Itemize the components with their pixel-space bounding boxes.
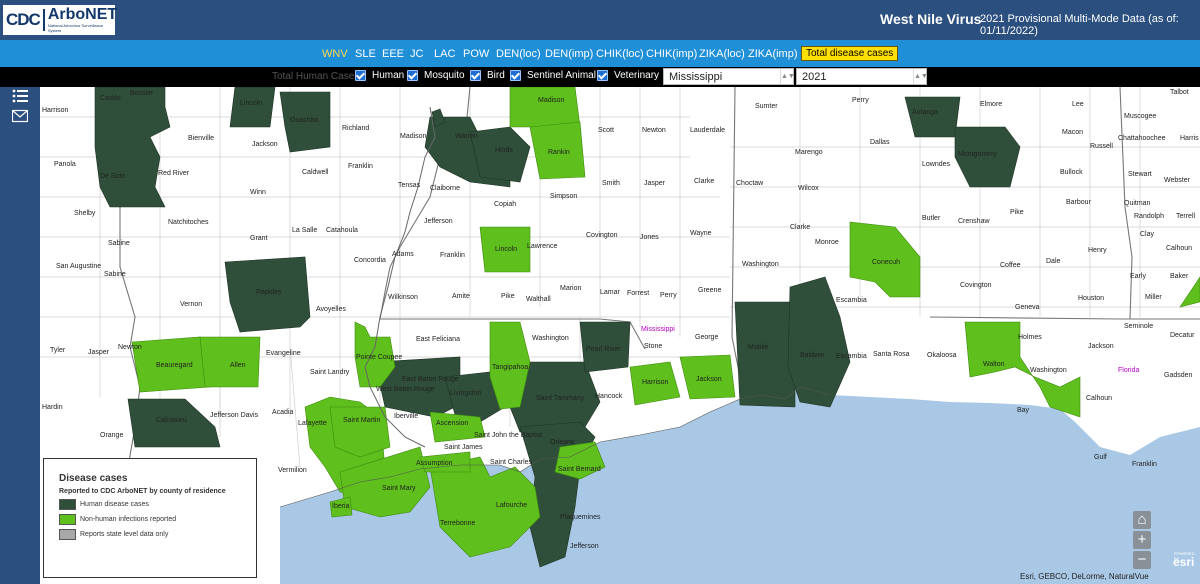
tab-chik-imp[interactable]: CHIK(imp)	[646, 48, 697, 60]
tab-den-loc[interactable]: DEN(loc)	[496, 48, 541, 60]
checkbox-checked-icon[interactable]	[470, 70, 481, 81]
county-bossier-caddo	[94, 87, 171, 208]
header-bar: CDC ArboNET National Arbovirus Surveilla…	[0, 0, 1200, 40]
logo-cdc-text: CDC	[3, 9, 45, 31]
checkbox-mosquito-label: Mosquito	[424, 70, 465, 81]
state-select-value: Mississippi	[669, 71, 723, 83]
logo-arbonet-name: ArboNET	[47, 6, 118, 23]
county-fl-east	[1179, 276, 1200, 308]
checkbox-checked-icon[interactable]	[407, 70, 418, 81]
filter-bar: Total Human Cases Human Mosquito Bird Se…	[0, 67, 1200, 87]
app-root: CDC ArboNET National Arbovirus Surveilla…	[0, 0, 1200, 584]
left-rail	[0, 87, 40, 584]
state-label-mississippi: Mississippi	[641, 326, 675, 333]
tab-jc[interactable]: JC	[410, 48, 423, 60]
tab-den-imp[interactable]: DEN(imp)	[545, 48, 593, 60]
legend-subtitle: Reported to CDC ArboNET by county of res…	[59, 488, 226, 495]
checkbox-sentinel-animal[interactable]: Sentinel Animal	[510, 70, 596, 81]
checkbox-sentinel-label: Sentinel Animal	[527, 70, 596, 81]
map-legend: Disease cases Reported to CDC ArboNET by…	[43, 458, 257, 578]
map-attribution: Esri, GEBCO, DeLorme, NaturalVue	[1020, 572, 1149, 581]
tab-lac[interactable]: LAC	[434, 48, 455, 60]
tab-pow[interactable]: POW	[463, 48, 489, 60]
legend-label-nonhuman: Non-human infections reported	[80, 516, 177, 523]
logo-arbonet: ArboNET National Arbovirus Surveillance …	[45, 6, 118, 34]
county-madison	[509, 87, 581, 128]
home-icon[interactable]: ⌂	[1133, 511, 1151, 529]
checkbox-human[interactable]: Human	[355, 70, 404, 81]
tab-wnv[interactable]: WNV	[322, 48, 348, 60]
county-lincoln-la	[229, 87, 276, 128]
checkbox-bird[interactable]: Bird	[470, 70, 505, 81]
page-title: West Nile Virus	[880, 11, 982, 27]
tab-zika-loc[interactable]: ZIKA(loc)	[699, 48, 745, 60]
checkbox-bird-label: Bird	[487, 70, 505, 81]
total-human-cases-label: Total Human Cases	[272, 71, 360, 82]
chevron-down-icon[interactable]: ▲▼	[913, 69, 928, 84]
zoom-in-button[interactable]: +	[1133, 531, 1151, 549]
legend-swatch-human	[59, 499, 76, 510]
county-mobile	[734, 301, 796, 408]
page-subtitle: 2021 Provisional Multi-Mode Data (as of:…	[980, 13, 1179, 37]
checkbox-checked-icon[interactable]	[597, 70, 608, 81]
legend-title: Disease cases	[59, 473, 128, 484]
state-select[interactable]: Mississippi ▲▼	[663, 68, 795, 85]
legend-swatch-nonhuman	[59, 514, 76, 525]
tab-total-disease-cases[interactable]: Total disease cases	[801, 46, 899, 61]
checkbox-veterinary-label: Veterinary	[614, 70, 660, 81]
county-hinds	[469, 126, 531, 183]
disease-tab-bar: WNV SLE EEE JC LAC POW DEN(loc) DEN(imp)…	[0, 40, 1200, 67]
state-label-florida: Florida	[1118, 367, 1140, 374]
legend-swatch-state-only	[59, 529, 76, 540]
tab-sle[interactable]: SLE	[355, 48, 376, 60]
legend-item-nonhuman: Non-human infections reported	[59, 514, 256, 525]
chevron-down-icon[interactable]: ▲▼	[780, 69, 795, 84]
tab-zika-imp[interactable]: ZIKA(imp)	[748, 48, 798, 60]
checkbox-human-label: Human	[372, 70, 405, 81]
list-icon[interactable]	[12, 89, 28, 103]
year-select-value: 2021	[802, 71, 827, 83]
checkbox-checked-icon[interactable]	[355, 70, 366, 81]
cdc-arbonet-logo[interactable]: CDC ArboNET National Arbovirus Surveilla…	[3, 5, 118, 35]
year-select[interactable]: 2021 ▲▼	[796, 68, 928, 85]
zoom-out-button[interactable]: −	[1133, 551, 1151, 569]
legend-label-state-only: Reports state level data only	[80, 531, 169, 538]
mail-icon[interactable]	[12, 109, 28, 123]
tab-eee[interactable]: EEE	[382, 48, 404, 60]
esri-logo[interactable]: esri	[1173, 555, 1194, 569]
checkbox-mosquito[interactable]: Mosquito	[407, 70, 465, 81]
county-autauga	[904, 96, 961, 138]
legend-item-state-only: Reports state level data only	[59, 529, 256, 540]
checkbox-checked-icon[interactable]	[510, 70, 521, 81]
checkbox-veterinary[interactable]: Veterinary	[597, 70, 659, 81]
legend-item-human: Human disease cases	[59, 499, 256, 510]
tab-chik-loc[interactable]: CHIK(loc)	[596, 48, 644, 60]
logo-arbonet-subtitle: National Arbovirus Surveillance System	[47, 23, 104, 33]
legend-label-human: Human disease cases	[80, 501, 149, 508]
